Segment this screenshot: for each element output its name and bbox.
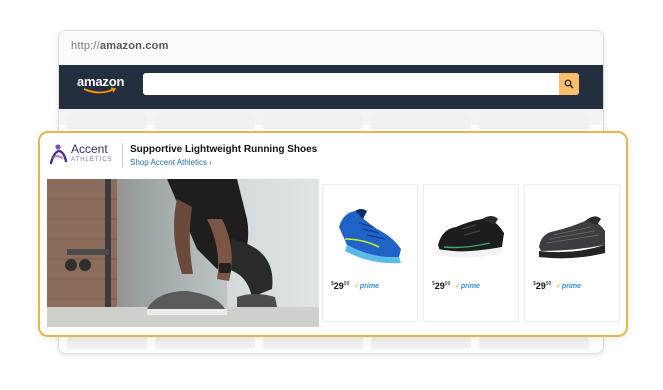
running-shoe-black-image [438, 216, 504, 258]
running-shoe-gray-image [539, 216, 605, 259]
runner-logo-icon [49, 144, 68, 165]
athlete-tying-shoe-image [47, 179, 319, 327]
brand-name: Accent [71, 142, 108, 156]
brand-subtitle: ATHLETICS [71, 157, 113, 163]
prime-label: prime [561, 283, 581, 290]
ad-headline[interactable]: Supportive Lightweight Running Shoes [130, 144, 317, 155]
url-protocol: http:// [71, 40, 100, 52]
placeholder-tile [155, 337, 255, 349]
placeholder-tile [67, 115, 147, 129]
divider [122, 143, 123, 167]
product-card[interactable]: $2999 ✓prime [525, 185, 619, 321]
product-price: $2999 [432, 281, 450, 291]
product-price: $2999 [331, 281, 349, 291]
price-whole: 29 [333, 281, 344, 291]
url-host: amazon.com [99, 40, 169, 52]
prime-badge: ✓prime [556, 282, 581, 290]
placeholder-tile [371, 337, 471, 349]
placeholder-tile [479, 337, 589, 349]
smile-arrow-icon [83, 87, 117, 94]
prime-label: prime [460, 283, 480, 290]
price-whole: 29 [535, 281, 546, 291]
prime-badge: ✓prime [455, 282, 480, 290]
sponsored-brand-ad[interactable]: Accent ATHLETICS Supportive Lightweight … [38, 131, 628, 337]
product-card[interactable]: $2999 ✓prime [323, 185, 417, 321]
prime-label: prime [359, 283, 379, 290]
running-shoe-blue-image [339, 209, 401, 264]
shop-brand-link[interactable]: Shop Accent Athletics › [130, 158, 212, 167]
placeholder-tile [479, 115, 589, 129]
search-button[interactable] [559, 73, 579, 95]
product-card[interactable]: $2999 ✓prime [424, 185, 518, 321]
placeholder-tile [263, 115, 363, 129]
placeholder-tile [67, 337, 147, 349]
prime-badge: ✓prime [354, 282, 379, 290]
search-input[interactable] [143, 73, 579, 95]
placeholder-tile [371, 115, 471, 129]
product-price: $2999 [533, 281, 551, 291]
placeholder-tile [155, 115, 255, 129]
amazon-logo[interactable]: amazon [77, 71, 127, 101]
price-whole: 29 [434, 281, 445, 291]
address-bar[interactable]: http://amazon.com [59, 31, 603, 66]
product-carousel: $2999 ✓prime $2999 ✓prime $2999 ✓prime [323, 185, 623, 321]
lifestyle-hero-image[interactable] [47, 179, 319, 327]
price-cents: 99 [545, 281, 552, 287]
placeholder-tile [263, 337, 363, 349]
url-text[interactable]: http://amazon.com [71, 40, 169, 52]
search-icon [564, 79, 574, 89]
site-header: amazon [59, 65, 603, 109]
price-cents: 99 [343, 281, 350, 287]
price-cents: 99 [444, 281, 451, 287]
brand-logo[interactable]: Accent ATHLETICS [48, 142, 118, 168]
